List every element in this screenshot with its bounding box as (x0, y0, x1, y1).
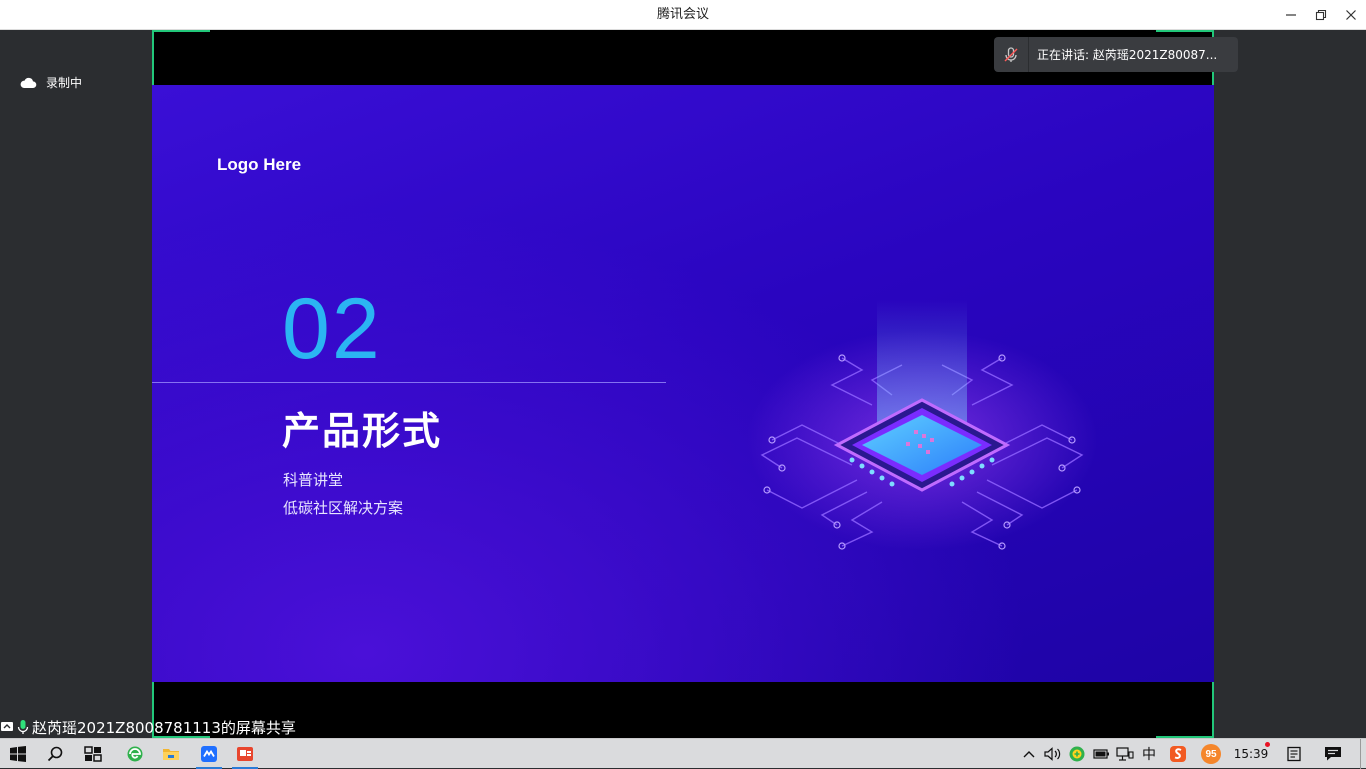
action-center-button[interactable] (1320, 739, 1346, 769)
start-button[interactable] (4, 739, 32, 769)
frame-corner-bottom-right-v (1212, 680, 1214, 738)
windows-taskbar: 中 95 15:39 (0, 738, 1366, 769)
taskbar-browser[interactable] (120, 739, 150, 769)
minimize-button[interactable] (1274, 0, 1308, 30)
network-icon (1116, 747, 1134, 761)
clock[interactable]: 15:39 (1228, 739, 1274, 769)
search-button[interactable] (40, 739, 70, 769)
close-icon (1346, 10, 1356, 20)
taskbar-presentation-app[interactable] (228, 739, 262, 769)
clock-time: 15:39 (1233, 747, 1269, 761)
tray-input-method[interactable] (1166, 739, 1190, 769)
screen-share-text: 赵芮瑶2021Z8008781113的屏幕共享 (32, 718, 296, 737)
screen-share-icon (1, 722, 13, 731)
screen-share-label: 赵芮瑶2021Z8008781113的屏幕共享 (0, 716, 296, 738)
slide-section-number: 02 (282, 281, 382, 377)
recording-label: 录制中 (46, 76, 83, 90)
browser-icon (127, 746, 143, 762)
slide-logo: Logo Here (217, 155, 302, 174)
taskbar-file-explorer[interactable] (156, 739, 186, 769)
taskbar-tencent-meeting[interactable] (192, 739, 226, 769)
notes-icon (1287, 746, 1301, 762)
restore-icon (1315, 9, 1327, 21)
presentation-app-icon (237, 747, 253, 761)
badge-count: 95 (1205, 748, 1217, 760)
notification-icon (1325, 747, 1341, 761)
window-title: 腾讯会议 (656, 7, 709, 22)
windows-logo-icon (10, 746, 26, 762)
meeting-area: 录制中 Logo Here 02 产品形式 科普讲堂 低碳社区解决方案 正在讲话… (0, 30, 1366, 738)
task-view-icon (84, 746, 102, 762)
frame-corner-top-right (1156, 30, 1214, 32)
battery-icon (1093, 749, 1109, 759)
badge-circle-icon: 95 (1201, 744, 1221, 764)
sogou-input-icon (1170, 746, 1186, 762)
slide-divider (152, 382, 666, 383)
security-app-icon (1069, 746, 1085, 762)
muted-mic-icon (994, 37, 1029, 72)
active-speaker-indicator[interactable]: 正在讲话: 赵芮瑶2021Z80087... (994, 37, 1238, 72)
tencent-meeting-icon (201, 746, 217, 762)
recording-indicator[interactable]: 录制中 (20, 74, 82, 91)
active-speaker-label: 正在讲话: 赵芮瑶2021Z80087... (1037, 48, 1218, 62)
presentation-slide: Logo Here 02 产品形式 科普讲堂 低碳社区解决方案 (152, 85, 1214, 682)
slide-item-2: 低碳社区解决方案 (283, 499, 404, 517)
restore-button[interactable] (1304, 0, 1338, 30)
close-button[interactable] (1334, 0, 1366, 30)
tray-badge-app[interactable]: 95 (1198, 739, 1224, 769)
tray-security-app[interactable] (1066, 739, 1088, 769)
network-status[interactable] (1114, 739, 1136, 769)
notification-dot (1265, 742, 1270, 747)
task-view-button[interactable] (78, 739, 108, 769)
slide-item-1: 科普讲堂 (283, 471, 344, 489)
chevron-up-icon (1023, 751, 1035, 758)
frame-corner-top-left-v (152, 30, 154, 88)
notes-button[interactable] (1282, 739, 1306, 769)
folder-icon (163, 749, 179, 760)
show-desktop-button[interactable] (1360, 739, 1366, 769)
circuit-chip-illustration (747, 300, 1097, 550)
show-hidden-icons-button[interactable] (1020, 739, 1038, 769)
ime-indicator[interactable]: 中 (1138, 739, 1160, 769)
slide-heading: 产品形式 (282, 409, 443, 453)
volume-button[interactable] (1042, 739, 1064, 769)
search-icon (47, 746, 63, 762)
battery-status[interactable] (1090, 739, 1112, 769)
window-titlebar: 腾讯会议 (0, 0, 1366, 30)
microphone-icon (17, 720, 29, 734)
frame-corner-top-left (152, 30, 210, 32)
speaker-icon (1044, 747, 1061, 761)
minimize-icon (1286, 14, 1296, 16)
cloud-icon (20, 77, 37, 88)
